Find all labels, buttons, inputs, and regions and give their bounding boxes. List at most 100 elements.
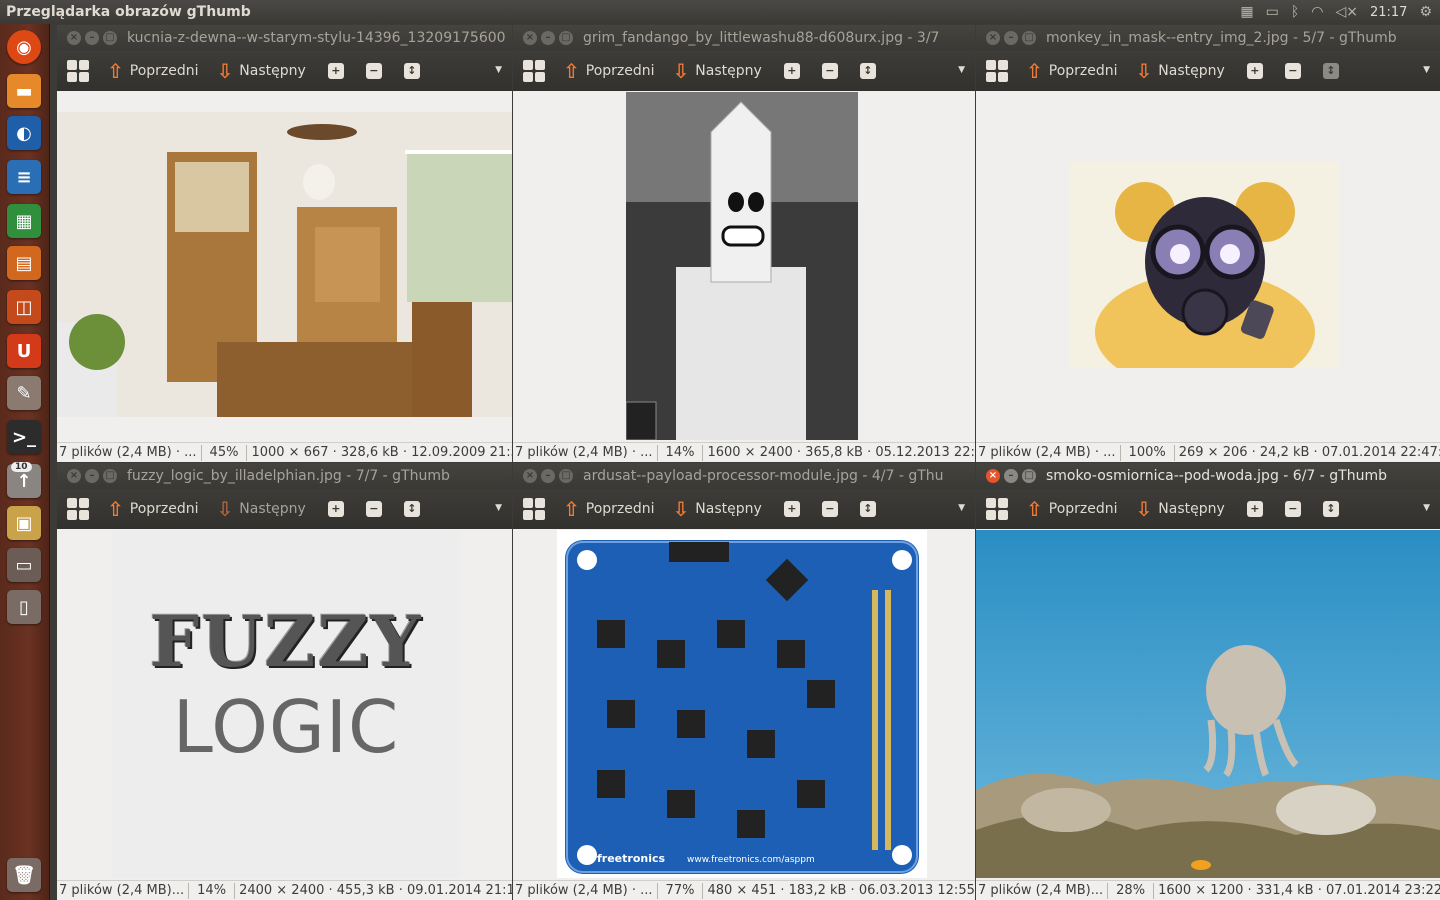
image-viewer[interactable]: FUZZY LOGIC <box>57 529 512 880</box>
zoom-in-icon[interactable]: + <box>327 63 344 79</box>
clock[interactable]: 21:17 <box>1370 5 1407 20</box>
network-icon[interactable]: ◠ <box>1311 4 1323 20</box>
image-viewer[interactable]: freetronics www.freetronics.com/asppm <box>513 529 975 880</box>
fit-icon[interactable]: ↕ <box>403 63 420 79</box>
chevron-down-icon[interactable]: ▼ <box>1423 65 1430 75</box>
zoom-out-icon[interactable]: − <box>365 501 382 517</box>
close-icon[interactable]: × <box>523 469 537 483</box>
minimize-icon[interactable]: – <box>1004 31 1018 45</box>
minimize-icon[interactable]: – <box>541 469 555 483</box>
zoom-level[interactable]: 100% <box>1123 445 1172 460</box>
zoom-in-icon[interactable]: + <box>1246 501 1263 517</box>
close-icon[interactable]: × <box>67 469 81 483</box>
maximize-icon[interactable]: □ <box>559 31 573 45</box>
bluetooth-icon[interactable]: ᛒ <box>1291 4 1299 20</box>
zoom-level[interactable]: 45% <box>204 445 245 460</box>
close-icon[interactable]: × <box>523 31 537 45</box>
title-bar[interactable]: × – □ ardusat--payload-processor-module.… <box>513 463 975 489</box>
previous-button[interactable]: ⇧ Poprzedni <box>107 61 199 81</box>
maximize-icon[interactable]: □ <box>103 469 117 483</box>
previous-button[interactable]: ⇧ Poprzedni <box>107 499 199 519</box>
minimize-icon[interactable]: – <box>85 469 99 483</box>
close-icon[interactable]: × <box>986 31 1000 45</box>
previous-button[interactable]: ⇧ Poprzedni <box>563 61 655 81</box>
zoom-level[interactable]: 77% <box>660 883 701 898</box>
next-button[interactable]: ⇩ Następny <box>673 61 762 81</box>
maximize-icon[interactable]: □ <box>1022 31 1036 45</box>
settings-icon[interactable]: ✎ <box>7 376 41 410</box>
ubuntu-one-icon[interactable]: U <box>7 334 41 368</box>
usb-drive-icon[interactable]: ▯ <box>7 590 41 624</box>
minimize-icon[interactable]: – <box>541 31 555 45</box>
fit-icon[interactable]: ↕ <box>859 501 876 517</box>
fit-icon[interactable]: ↕ <box>1322 63 1339 79</box>
grid-icon[interactable] <box>986 60 1008 82</box>
window-monkey[interactable]: × – □ monkey_in_mask--entry_img_2.jpg - … <box>976 25 1440 462</box>
next-button[interactable]: ⇩ Następny <box>217 499 306 519</box>
writer-icon[interactable]: ≡ <box>7 160 41 194</box>
window-grim-fandango[interactable]: × – □ grim_fandango_by_littlewashu88-d60… <box>513 25 975 462</box>
title-bar[interactable]: × – □ grim_fandango_by_littlewashu88-d60… <box>513 25 975 51</box>
chevron-down-icon[interactable]: ▼ <box>958 503 965 513</box>
firefox-icon[interactable]: ◐ <box>7 116 41 150</box>
maximize-icon[interactable]: □ <box>559 469 573 483</box>
battery-icon[interactable]: ▭ <box>1266 4 1279 20</box>
next-button[interactable]: ⇩ Następny <box>1136 61 1225 81</box>
image-viewer[interactable] <box>513 91 975 442</box>
zoom-out-icon[interactable]: − <box>821 501 838 517</box>
dash-home-icon[interactable]: ◉ <box>7 30 41 64</box>
title-bar[interactable]: × – □ kucnia-z-dewna--w-starym-stylu-143… <box>57 25 512 51</box>
terminal-icon[interactable]: >_ <box>7 420 41 454</box>
fit-icon[interactable]: ↕ <box>403 501 420 517</box>
next-button[interactable]: ⇩ Następny <box>1136 499 1225 519</box>
zoom-in-icon[interactable]: + <box>327 501 344 517</box>
update-manager-icon[interactable]: 10 ↑ <box>7 462 41 498</box>
grid-icon[interactable] <box>523 498 545 520</box>
fit-icon[interactable]: ↕ <box>1322 501 1339 517</box>
previous-button[interactable]: ⇧ Poprzedni <box>1026 499 1118 519</box>
grid-icon[interactable] <box>523 60 545 82</box>
volume-icon[interactable]: ◁× <box>1335 4 1358 20</box>
workspaces-icon[interactable]: ▭ <box>7 548 41 582</box>
window-ardusat[interactable]: × – □ ardusat--payload-processor-module.… <box>513 463 975 900</box>
next-button[interactable]: ⇩ Następny <box>217 61 306 81</box>
workspace-switcher-icon[interactable]: ▦ <box>1240 4 1253 20</box>
software-center-icon[interactable]: ◫ <box>7 290 41 324</box>
maximize-icon[interactable]: □ <box>1022 469 1036 483</box>
title-bar[interactable]: × – □ smoko-osmiornica--pod-woda.jpg - 6… <box>976 463 1440 489</box>
minimize-icon[interactable]: – <box>85 31 99 45</box>
zoom-out-icon[interactable]: − <box>1284 63 1301 79</box>
zoom-level[interactable]: 14% <box>191 883 232 898</box>
maximize-icon[interactable]: □ <box>103 31 117 45</box>
previous-button[interactable]: ⇧ Poprzedni <box>1026 61 1118 81</box>
next-button[interactable]: ⇩ Następny <box>673 499 762 519</box>
zoom-in-icon[interactable]: + <box>1246 63 1263 79</box>
zoom-out-icon[interactable]: − <box>1284 501 1301 517</box>
fit-icon[interactable]: ↕ <box>859 63 876 79</box>
chevron-down-icon[interactable]: ▼ <box>495 65 502 75</box>
title-bar[interactable]: × – □ fuzzy_logic_by_illadelphian.jpg - … <box>57 463 512 489</box>
grid-icon[interactable] <box>67 498 89 520</box>
minimize-icon[interactable]: – <box>1004 469 1018 483</box>
chevron-down-icon[interactable]: ▼ <box>495 503 502 513</box>
grid-icon[interactable] <box>986 498 1008 520</box>
zoom-out-icon[interactable]: − <box>365 63 382 79</box>
zoom-out-icon[interactable]: − <box>821 63 838 79</box>
trash-icon[interactable]: 🗑 <box>7 858 41 892</box>
zoom-level[interactable]: 14% <box>660 445 701 460</box>
image-viewer[interactable] <box>57 91 512 442</box>
close-icon[interactable]: × <box>67 31 81 45</box>
chevron-down-icon[interactable]: ▼ <box>958 65 965 75</box>
window-kitchen[interactable]: × – □ kucnia-z-dewna--w-starym-stylu-143… <box>57 25 512 462</box>
gthumb-icon[interactable]: ▣ <box>7 506 41 540</box>
close-icon[interactable]: × <box>986 469 1000 483</box>
files-icon[interactable]: ▬ <box>7 74 41 108</box>
calc-icon[interactable]: ▦ <box>7 204 41 238</box>
zoom-level[interactable]: 28% <box>1110 883 1151 898</box>
image-viewer[interactable] <box>976 529 1440 880</box>
title-bar[interactable]: × – □ monkey_in_mask--entry_img_2.jpg - … <box>976 25 1440 51</box>
gear-icon[interactable]: ⚙ <box>1419 4 1432 20</box>
grid-icon[interactable] <box>67 60 89 82</box>
window-cuttlefish[interactable]: × – □ smoko-osmiornica--pod-woda.jpg - 6… <box>976 463 1440 900</box>
image-viewer[interactable] <box>976 91 1440 442</box>
